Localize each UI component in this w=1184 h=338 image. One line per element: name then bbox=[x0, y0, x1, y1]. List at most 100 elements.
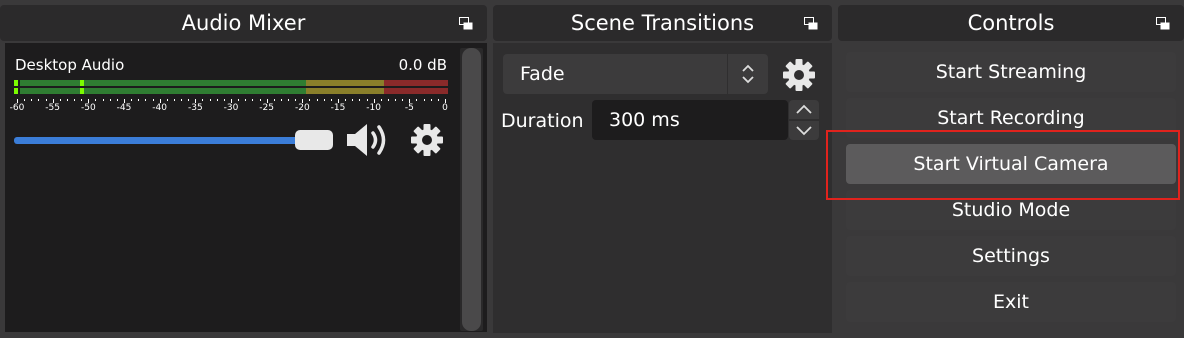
meter-minor-tick bbox=[423, 99, 425, 101]
float-dock-icon[interactable] bbox=[804, 17, 818, 30]
meter-minor-tick bbox=[166, 99, 168, 101]
meter-minor-tick bbox=[24, 99, 26, 101]
dock-title: Controls bbox=[967, 11, 1055, 35]
meter-minor-tick bbox=[38, 99, 40, 101]
meter-minor-tick bbox=[309, 99, 311, 101]
meter-minor-tick bbox=[188, 99, 190, 101]
start-streaming-button[interactable]: Start Streaming bbox=[846, 52, 1176, 92]
audio-mixer-titlebar[interactable]: Audio Mixer bbox=[0, 5, 487, 41]
meter-tick-label: -5 bbox=[404, 103, 414, 113]
float-dock-icon[interactable] bbox=[459, 17, 473, 30]
meter-minor-tick bbox=[102, 99, 104, 101]
meter-minor-tick bbox=[395, 99, 397, 101]
volume-db-readout: 0.0 dB bbox=[398, 56, 447, 74]
scene-transitions-body: Fade Duration 300 ms bbox=[493, 43, 832, 333]
meter-tick-label: -25 bbox=[259, 103, 275, 113]
meter-minor-tick bbox=[252, 99, 254, 101]
controls-titlebar[interactable]: Controls bbox=[838, 5, 1184, 41]
transition-value: Fade bbox=[520, 63, 565, 85]
settings-button[interactable]: Settings bbox=[846, 236, 1176, 276]
meter-minor-tick bbox=[81, 99, 83, 101]
meter-tick-label: -15 bbox=[330, 103, 346, 113]
start-virtual-camera-button[interactable]: Start Virtual Camera bbox=[846, 144, 1176, 184]
gear-icon[interactable] bbox=[409, 122, 445, 158]
meter-minor-tick bbox=[288, 99, 290, 101]
studio-mode-button[interactable]: Studio Mode bbox=[846, 190, 1176, 230]
audio-mixer-body: Desktop Audio 0.0 dB -60 -55 -50 -45 -40 -35-… bbox=[5, 43, 487, 332]
volume-meter-left bbox=[14, 80, 448, 86]
volume-slider-track[interactable] bbox=[14, 137, 304, 144]
float-dock-icon[interactable] bbox=[1156, 17, 1170, 30]
meter-minor-tick bbox=[152, 99, 154, 101]
meter-tick-label: -10 bbox=[366, 103, 382, 113]
mixer-scrollbar[interactable] bbox=[460, 48, 483, 331]
meter-minor-tick bbox=[223, 99, 225, 101]
meter-minor-tick bbox=[259, 99, 261, 101]
decrement-chevron-down-icon[interactable] bbox=[789, 121, 819, 140]
meter-minor-tick bbox=[330, 99, 332, 101]
meter-minor-tick bbox=[295, 99, 297, 101]
meter-minor-tick bbox=[181, 99, 183, 101]
meter-minor-tick bbox=[209, 99, 211, 101]
meter-minor-tick bbox=[245, 99, 247, 101]
meter-minor-tick bbox=[145, 99, 147, 101]
source-name: Desktop Audio bbox=[15, 56, 125, 74]
duration-input[interactable]: 300 ms bbox=[592, 100, 788, 140]
meter-minor-tick bbox=[66, 99, 68, 101]
meter-minor-tick bbox=[216, 99, 218, 101]
meter-minor-tick bbox=[437, 99, 439, 101]
meter-minor-tick bbox=[238, 99, 240, 101]
duration-label: Duration bbox=[501, 110, 584, 132]
scrollbar-thumb[interactable] bbox=[462, 48, 481, 331]
meter-minor-tick bbox=[59, 99, 61, 101]
meter-tick-label: 0 bbox=[442, 103, 448, 113]
meter-minor-tick bbox=[430, 99, 432, 101]
meter-tick-label: -60 bbox=[9, 103, 25, 113]
meter-minor-tick bbox=[323, 99, 325, 101]
meter-minor-tick bbox=[280, 99, 282, 101]
meter-minor-tick bbox=[359, 99, 361, 101]
meter-minor-tick bbox=[95, 99, 97, 101]
meter-minor-tick bbox=[109, 99, 111, 101]
meter-tick-label: -50 bbox=[80, 103, 96, 113]
meter-minor-tick bbox=[116, 99, 118, 101]
meter-minor-tick bbox=[273, 99, 275, 101]
start-recording-button[interactable]: Start Recording bbox=[846, 98, 1176, 138]
transition-select[interactable]: Fade bbox=[503, 54, 768, 94]
meter-tick-label: -45 bbox=[116, 103, 132, 113]
controls-dock: Controls Start Streaming Start Recording… bbox=[838, 0, 1184, 338]
meter-minor-tick bbox=[316, 99, 318, 101]
exit-button[interactable]: Exit bbox=[846, 282, 1176, 322]
meter-minor-tick bbox=[352, 99, 354, 101]
meter-tick-label: -35 bbox=[187, 103, 203, 113]
volume-meter-right bbox=[14, 88, 448, 94]
meter-minor-tick bbox=[402, 99, 404, 101]
meter-minor-tick bbox=[173, 99, 175, 101]
meter-minor-tick bbox=[366, 99, 368, 101]
meter-minor-tick bbox=[202, 99, 204, 101]
meter-tick-label: -40 bbox=[152, 103, 168, 113]
transition-properties-gear-icon[interactable] bbox=[781, 57, 817, 93]
controls-body: Start Streaming Start Recording Start Vi… bbox=[838, 43, 1184, 333]
audio-mixer-dock: Audio Mixer Desktop Audio 0.0 dB -60 -55 -… bbox=[0, 0, 487, 338]
speaker-icon[interactable] bbox=[345, 122, 393, 158]
volume-slider-handle[interactable] bbox=[295, 130, 333, 150]
duration-value: 300 ms bbox=[609, 109, 680, 131]
meter-minor-tick bbox=[416, 99, 418, 101]
meter-minor-tick bbox=[45, 99, 47, 101]
meter-tick-label: -30 bbox=[223, 103, 239, 113]
scene-transitions-titlebar[interactable]: Scene Transitions bbox=[493, 5, 832, 41]
dock-title: Audio Mixer bbox=[181, 11, 306, 35]
meter-minor-tick bbox=[31, 99, 33, 101]
combo-arrows-icon[interactable] bbox=[727, 54, 768, 94]
meter-minor-tick bbox=[138, 99, 140, 101]
meter-minor-tick bbox=[380, 99, 382, 101]
scene-transitions-dock: Scene Transitions Fade Duration 300 ms bbox=[493, 0, 832, 338]
meter-scale: -60 -55 -50 -45 -40 -35 -30 -25 -20 -15 -10 -5 0 bbox=[10, 99, 448, 117]
meter-minor-tick bbox=[74, 99, 76, 101]
meter-minor-tick bbox=[131, 99, 133, 101]
increment-chevron-up-icon[interactable] bbox=[789, 100, 819, 119]
meter-tick-label: -55 bbox=[45, 103, 61, 113]
meter-tick-label: -20 bbox=[294, 103, 310, 113]
meter-minor-tick bbox=[345, 99, 347, 101]
